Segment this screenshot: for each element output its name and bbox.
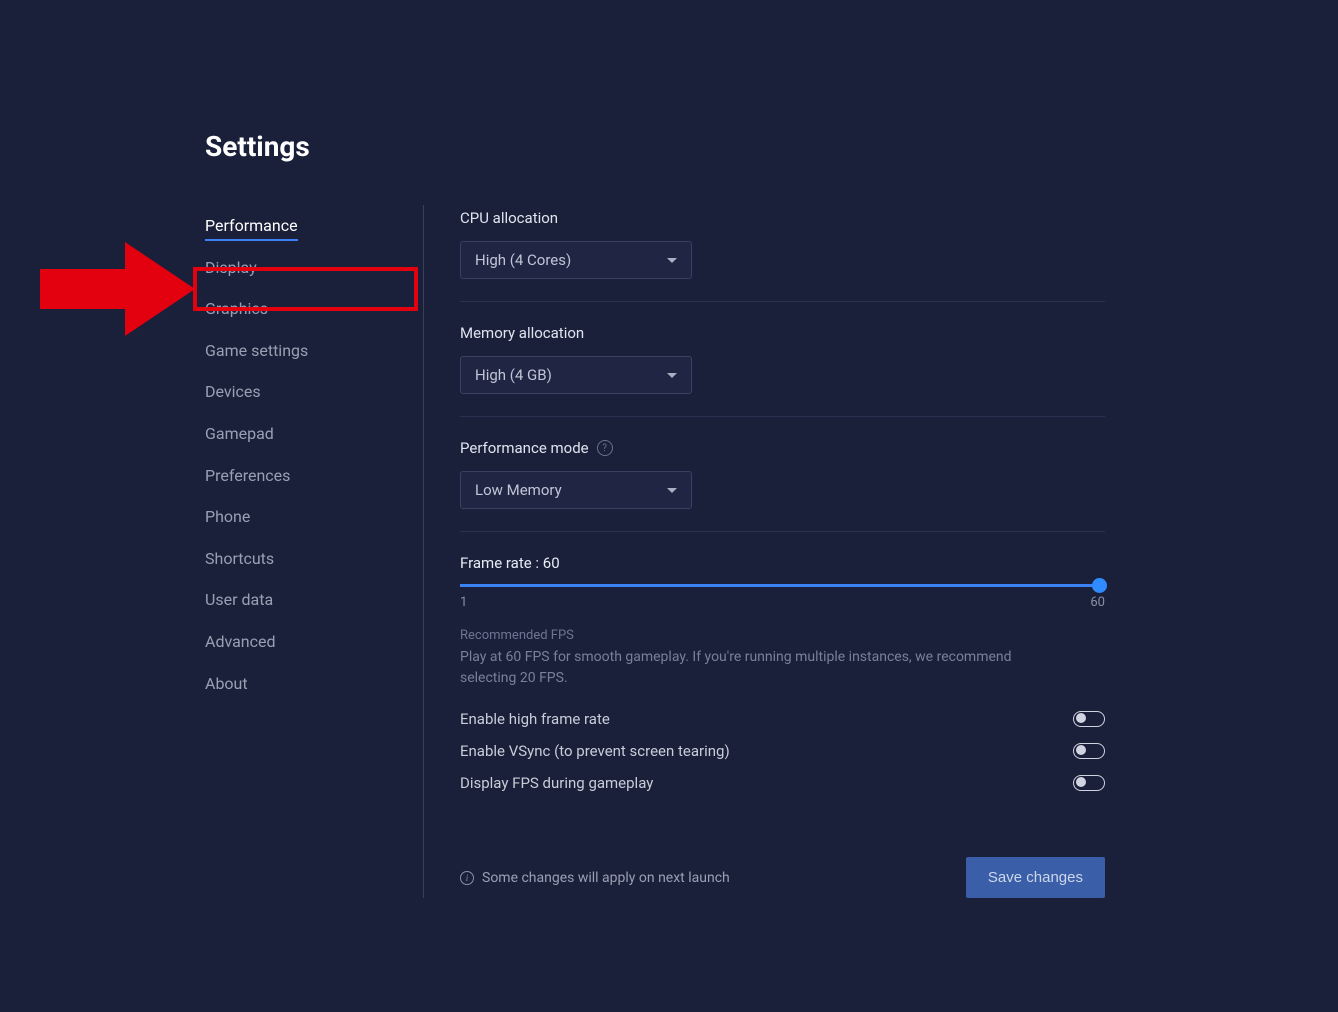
dropdown-value: High (4 GB) <box>475 366 552 384</box>
info-icon: i <box>460 871 474 885</box>
sidebar-item-devices[interactable]: Devices <box>205 371 403 413</box>
sidebar-item-label: Advanced <box>205 632 276 651</box>
frame-rate-slider[interactable] <box>460 584 1105 587</box>
sidebar-item-gamepad[interactable]: Gamepad <box>205 413 403 455</box>
performance-mode-section: Performance mode ? Low Memory <box>460 439 1105 532</box>
sidebar-item-performance[interactable]: Performance <box>205 205 403 247</box>
enable-high-frame-rate-label: Enable high frame rate <box>460 710 610 728</box>
frame-rate-min: 1 <box>460 595 467 610</box>
performance-mode-dropdown[interactable]: Low Memory <box>460 471 692 509</box>
sidebar-item-phone[interactable]: Phone <box>205 496 403 538</box>
fps-hint-title: Recommended FPS <box>460 628 1105 643</box>
sidebar-item-advanced[interactable]: Advanced <box>205 621 403 663</box>
memory-allocation-label: Memory allocation <box>460 324 1105 342</box>
settings-sidebar: Performance Display Graphics Game settin… <box>205 205 424 898</box>
sidebar-item-label: Phone <box>205 507 250 526</box>
memory-allocation-dropdown[interactable]: High (4 GB) <box>460 356 692 394</box>
sidebar-item-label: Gamepad <box>205 424 274 443</box>
performance-panel: CPU allocation High (4 Cores) Memory all… <box>424 205 1105 898</box>
sidebar-item-user-data[interactable]: User data <box>205 579 403 621</box>
sidebar-item-shortcuts[interactable]: Shortcuts <box>205 538 403 580</box>
cpu-allocation-section: CPU allocation High (4 Cores) <box>460 209 1105 302</box>
cpu-allocation-dropdown[interactable]: High (4 Cores) <box>460 241 692 279</box>
help-icon[interactable]: ? <box>597 440 613 456</box>
display-fps-label: Display FPS during gameplay <box>460 774 653 792</box>
cpu-allocation-label: CPU allocation <box>460 209 1105 227</box>
chevron-down-icon <box>667 258 677 263</box>
sidebar-item-label: Preferences <box>205 466 290 485</box>
toggle-knob <box>1076 713 1086 723</box>
frame-rate-prefix: Frame rate : <box>460 554 543 572</box>
sidebar-item-label: Graphics <box>205 299 268 318</box>
frame-rate-value: 60 <box>543 554 560 572</box>
performance-mode-label: Performance mode <box>460 439 589 457</box>
toggle-knob <box>1076 745 1086 755</box>
sidebar-item-label: Performance <box>205 216 298 241</box>
slider-thumb[interactable] <box>1092 578 1107 593</box>
page-title: Settings <box>205 130 1105 163</box>
sidebar-item-label: Display <box>205 258 257 277</box>
frame-rate-max: 60 <box>1090 595 1105 610</box>
display-fps-toggle[interactable] <box>1073 775 1105 791</box>
enable-vsync-toggle[interactable] <box>1073 743 1105 759</box>
save-changes-button[interactable]: Save changes <box>966 857 1105 898</box>
sidebar-item-graphics[interactable]: Graphics <box>205 288 403 330</box>
footer-note-text: Some changes will apply on next launch <box>482 870 730 886</box>
sidebar-item-game-settings[interactable]: Game settings <box>205 330 403 372</box>
chevron-down-icon <box>667 373 677 378</box>
memory-allocation-section: Memory allocation High (4 GB) <box>460 324 1105 417</box>
enable-high-frame-rate-toggle[interactable] <box>1073 711 1105 727</box>
sidebar-item-label: About <box>205 674 248 693</box>
sidebar-item-label: User data <box>205 590 273 609</box>
sidebar-item-preferences[interactable]: Preferences <box>205 455 403 497</box>
enable-vsync-label: Enable VSync (to prevent screen tearing) <box>460 742 730 760</box>
frame-rate-label: Frame rate : 60 <box>460 554 1105 572</box>
sidebar-item-label: Game settings <box>205 341 308 360</box>
toggle-knob <box>1076 777 1086 787</box>
frame-rate-section: Frame rate : 60 1 60 Recommended FPS Pla… <box>460 554 1105 799</box>
dropdown-value: High (4 Cores) <box>475 251 571 269</box>
chevron-down-icon <box>667 488 677 493</box>
fps-hint-body: Play at 60 FPS for smooth gameplay. If y… <box>460 647 1060 689</box>
sidebar-item-label: Devices <box>205 382 261 401</box>
sidebar-item-label: Shortcuts <box>205 549 274 568</box>
sidebar-item-about[interactable]: About <box>205 663 403 705</box>
sidebar-item-display[interactable]: Display <box>205 247 403 289</box>
dropdown-value: Low Memory <box>475 481 562 499</box>
